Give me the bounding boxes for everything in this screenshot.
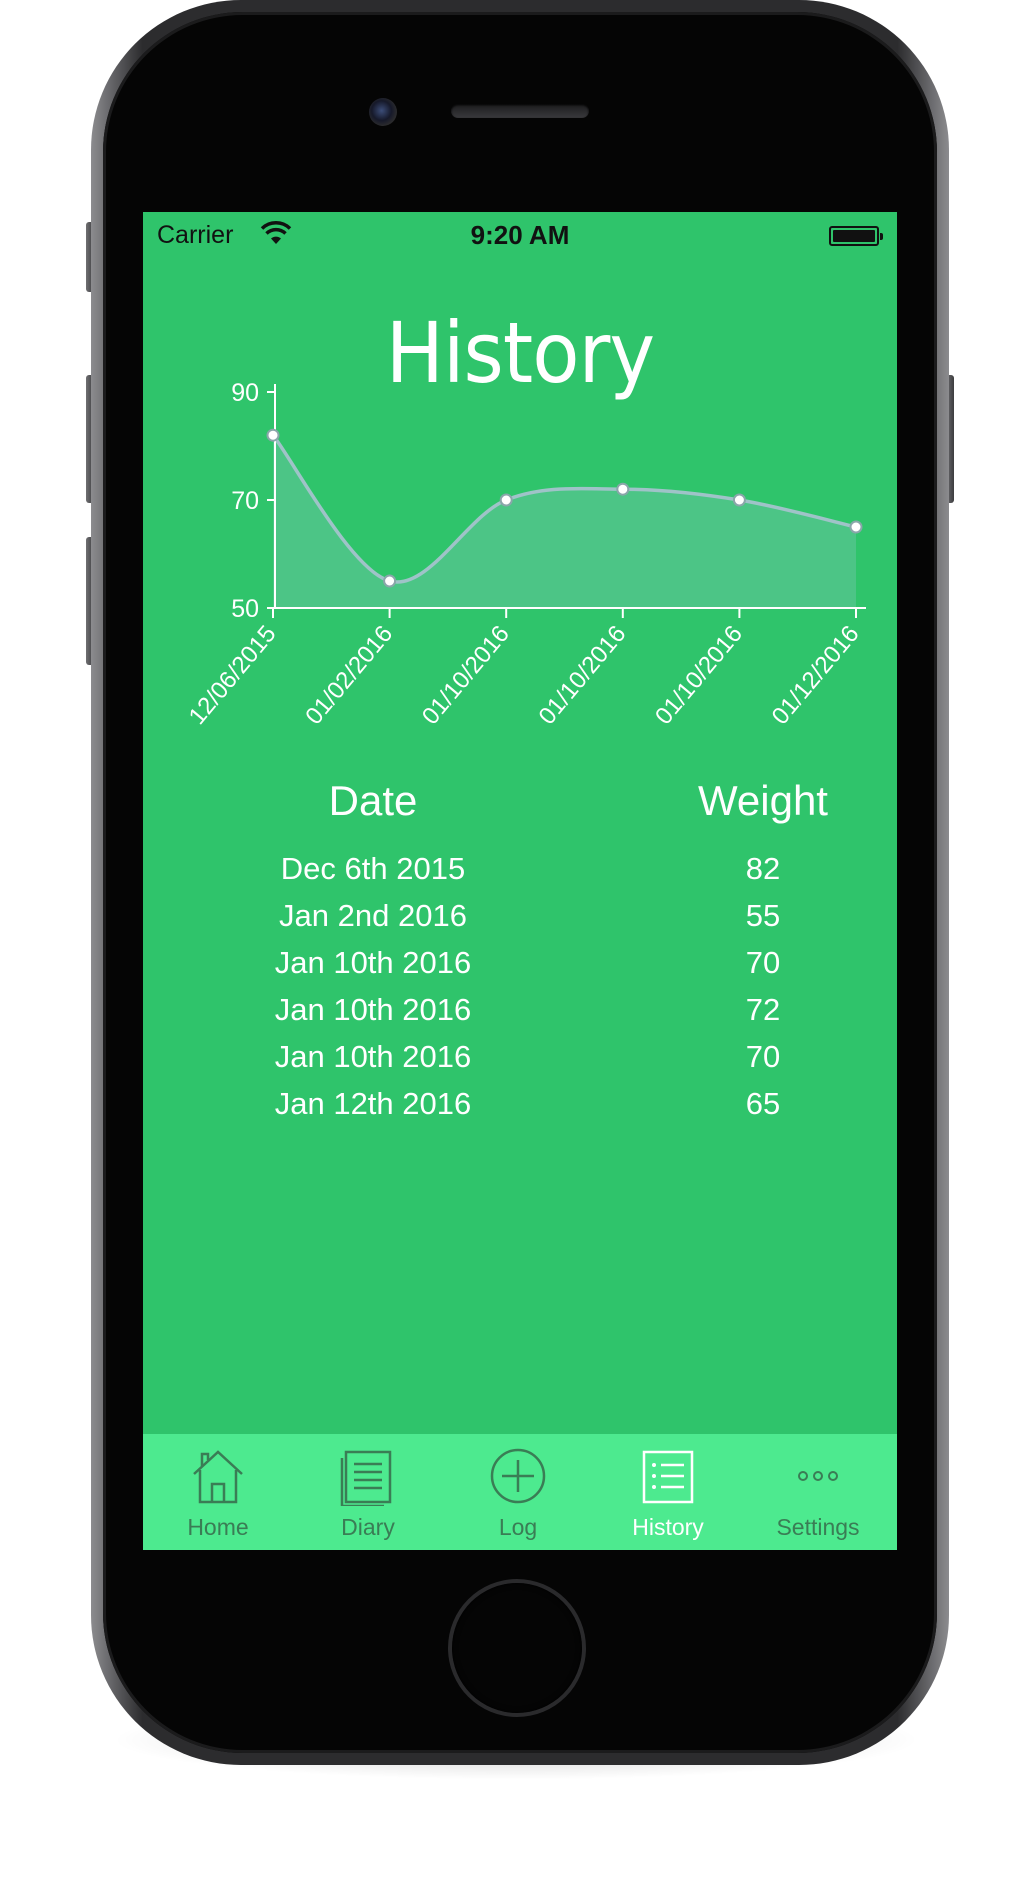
diary-icon bbox=[340, 1450, 392, 1506]
y-tick-label: 70 bbox=[231, 487, 259, 515]
table-row: Jan 12th 2016 65 bbox=[143, 1086, 897, 1133]
weight-column-header: Weight bbox=[698, 777, 828, 824]
row-weight: 82 bbox=[745, 851, 781, 886]
row-date: Jan 2nd 2016 bbox=[279, 898, 467, 933]
chart-data-point bbox=[732, 493, 746, 507]
home-icon bbox=[193, 1450, 243, 1504]
x-tick-label: 12/06/2015 bbox=[184, 621, 282, 730]
tab-log-label: Log bbox=[498, 1514, 538, 1540]
x-tick-label: 01/10/2016 bbox=[533, 621, 631, 730]
table-row: Dec 6th 2015 82 bbox=[143, 851, 897, 898]
chart-data-point bbox=[383, 574, 397, 588]
earpiece-speaker bbox=[451, 104, 589, 118]
table-row: Jan 10th 2016 72 bbox=[143, 992, 897, 1039]
x-tick-label: 01/10/2016 bbox=[650, 621, 748, 730]
row-date: Jan 10th 2016 bbox=[274, 1039, 472, 1074]
y-tick-label: 50 bbox=[231, 595, 259, 623]
row-weight: 70 bbox=[745, 945, 781, 980]
table-row: Jan 2nd 2016 55 bbox=[143, 898, 897, 945]
chart-area-fill bbox=[273, 435, 856, 608]
weight-history-chart: 50709012/06/2015 01/02/2016 01/10/2016 01/1… bbox=[184, 379, 866, 730]
tab-diary[interactable]: Diary bbox=[293, 1434, 443, 1550]
row-date: Jan 10th 2016 bbox=[274, 945, 472, 980]
x-tick-label: 01/10/2016 bbox=[417, 621, 515, 730]
row-weight: 55 bbox=[745, 898, 781, 933]
tab-home[interactable]: Home bbox=[143, 1434, 293, 1550]
chart-data-point bbox=[849, 520, 863, 534]
x-tick-label: 01/12/2016 bbox=[767, 621, 865, 730]
chart-data-point bbox=[266, 428, 280, 442]
tab-bar: Home Diary Log History Settings bbox=[143, 1434, 897, 1550]
tab-home-label: Home bbox=[187, 1514, 249, 1540]
row-date: Jan 12th 2016 bbox=[274, 1086, 472, 1121]
x-tick-label: 01/02/2016 bbox=[300, 621, 398, 730]
row-weight: 65 bbox=[745, 1086, 781, 1121]
plus-circle-icon bbox=[490, 1448, 546, 1504]
tab-log[interactable]: Log bbox=[443, 1434, 593, 1550]
table-row: Jan 10th 2016 70 bbox=[143, 945, 897, 992]
y-tick-label: 90 bbox=[231, 379, 259, 407]
tab-settings[interactable]: Settings bbox=[743, 1434, 893, 1550]
chart-data-point bbox=[616, 482, 630, 496]
more-icon bbox=[798, 1471, 838, 1481]
chart-data-point bbox=[499, 493, 513, 507]
tab-history-label: History bbox=[632, 1514, 704, 1540]
app-screen: Carrier 9:20 AM History 50 70 90 12/06/2015… bbox=[143, 212, 897, 1550]
tab-settings-label: Settings bbox=[776, 1514, 860, 1540]
list-icon bbox=[642, 1450, 694, 1504]
row-date: Jan 10th 2016 bbox=[274, 992, 472, 1027]
tab-history[interactable]: History bbox=[593, 1434, 743, 1550]
row-weight: 72 bbox=[745, 992, 781, 1027]
date-column-header: Date bbox=[328, 777, 418, 824]
device-mockup: Carrier 9:20 AM History 50 70 90 12/06/2015… bbox=[0, 0, 1032, 1904]
row-weight: 70 bbox=[745, 1039, 781, 1074]
table-row: Jan 10th 2016 70 bbox=[143, 1039, 897, 1086]
home-hardware-button[interactable] bbox=[452, 1583, 582, 1713]
tab-diary-label: Diary bbox=[341, 1514, 395, 1540]
row-date: Dec 6th 2015 bbox=[280, 851, 466, 886]
front-camera-icon bbox=[369, 98, 397, 126]
